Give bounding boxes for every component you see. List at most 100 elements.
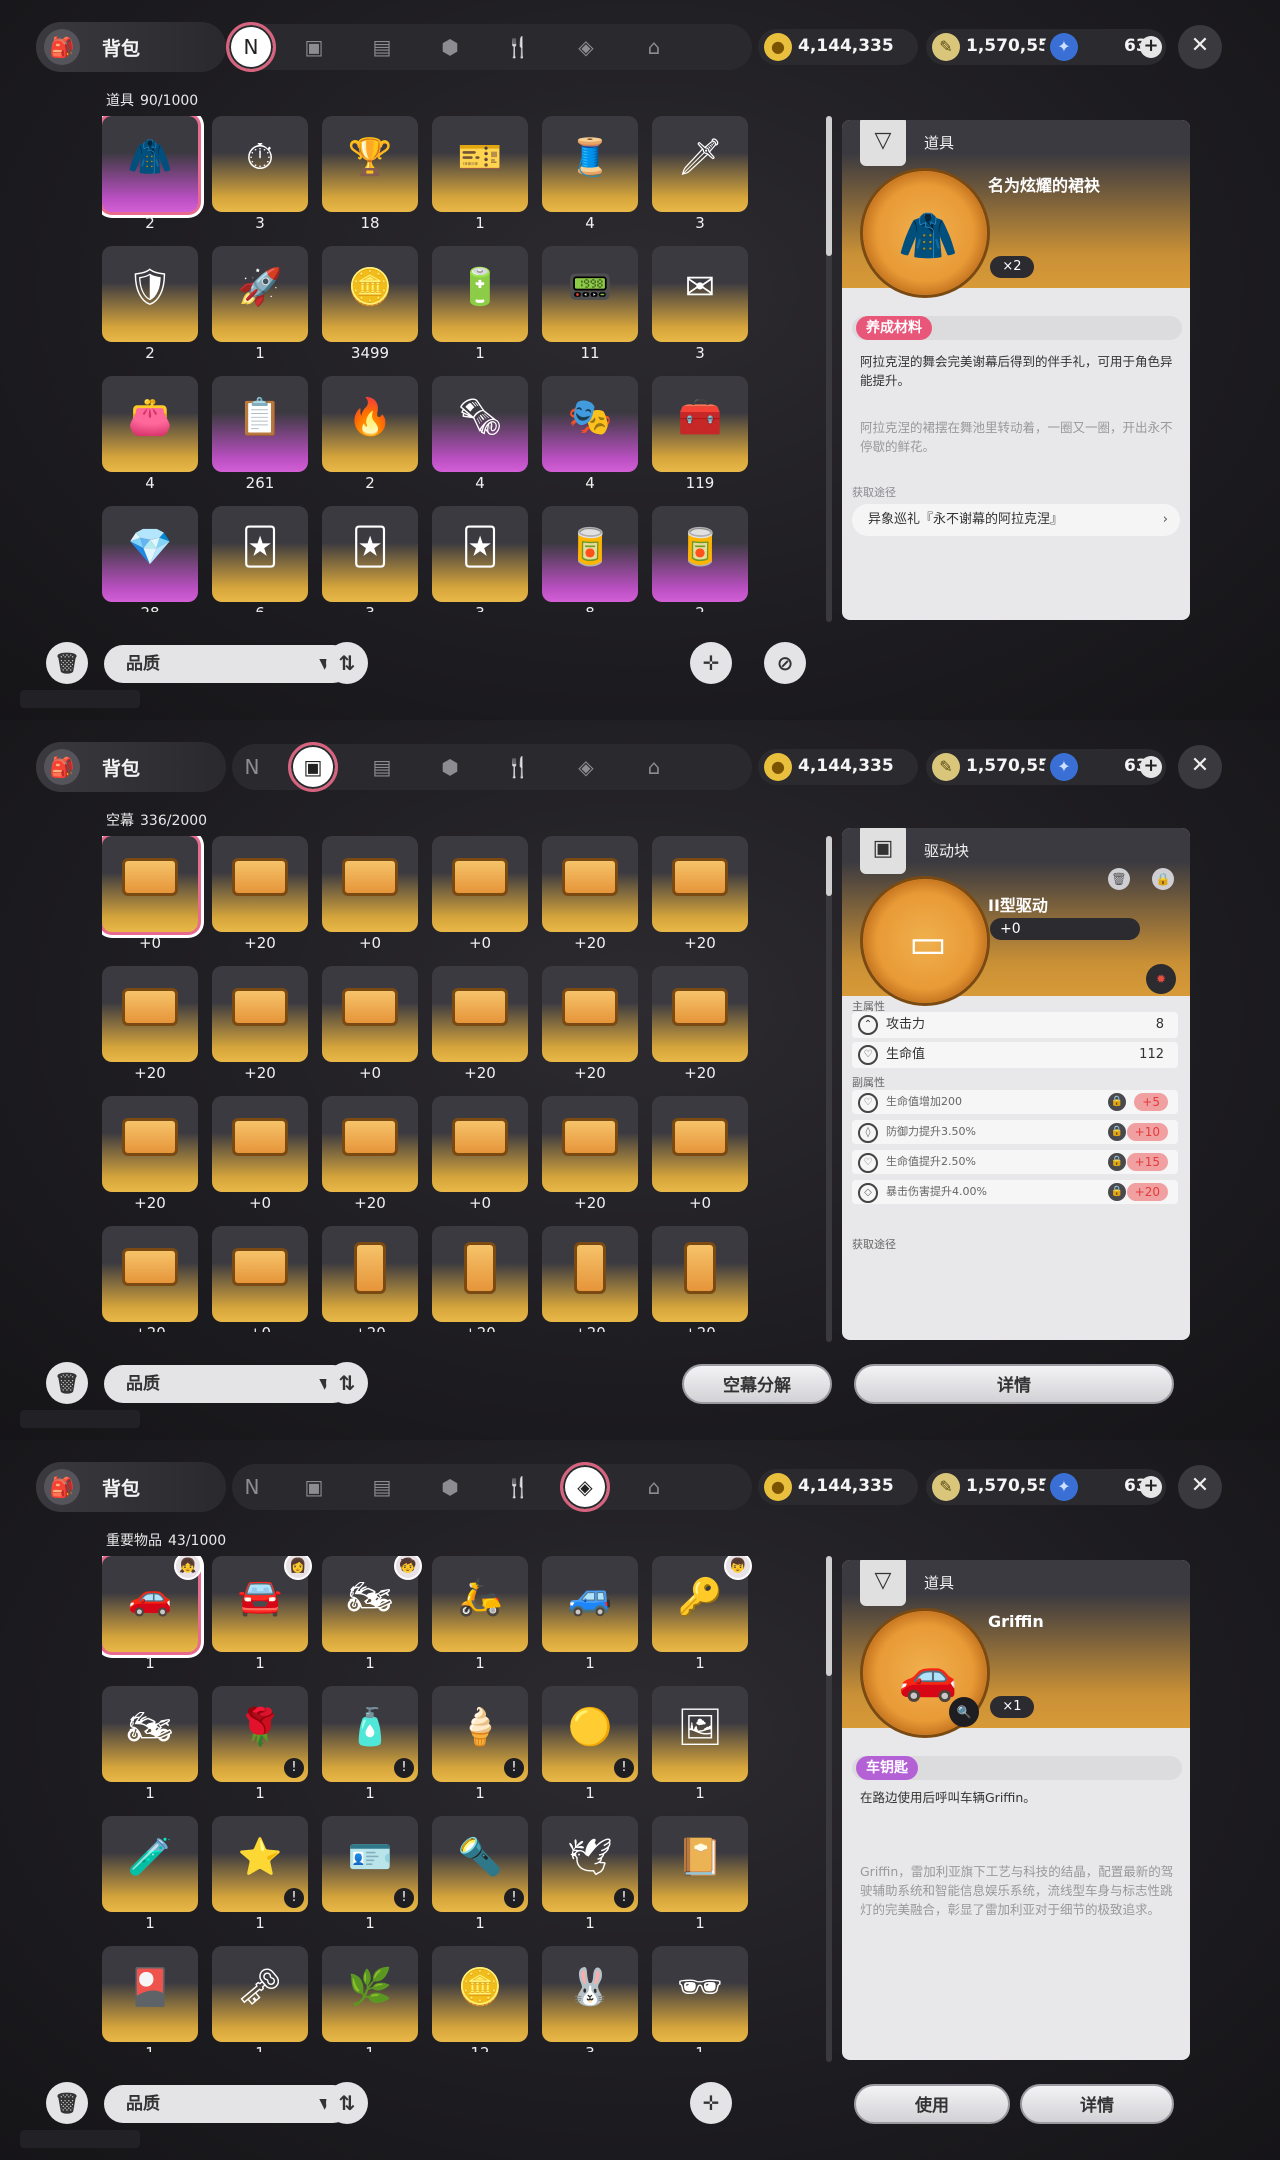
tab-drive-discs[interactable]: ▣ — [294, 1467, 334, 1507]
grid-item[interactable]: 🃏3 — [322, 506, 418, 612]
grid-item[interactable]: ✉ 3 — [652, 246, 748, 362]
item-tile[interactable]: ▭ — [212, 1096, 308, 1192]
item-tile[interactable]: 🐰 — [542, 1946, 638, 2042]
item-tile[interactable]: 🕶 — [652, 1946, 748, 2042]
grid-item[interactable]: ▭ +20 — [102, 1096, 198, 1212]
item-tile[interactable]: ⏱ — [212, 116, 308, 212]
grid-item[interactable]: 🚀 1 — [212, 246, 308, 362]
grid-item[interactable]: ▭ +20 — [322, 1096, 418, 1212]
grid-item[interactable]: ▭ +20 — [102, 966, 198, 1082]
item-tile[interactable]: 🧥 — [102, 116, 198, 212]
grid-item[interactable]: 🧰 119 — [652, 376, 748, 492]
item-tile[interactable]: 🎫 — [432, 116, 528, 212]
item-tile[interactable]: ▭ — [652, 1226, 748, 1322]
item-tile[interactable]: 🚀 — [212, 246, 308, 342]
close-button[interactable]: ✕ — [1178, 745, 1222, 789]
item-tile[interactable]: ▭ — [432, 966, 528, 1062]
grid-item[interactable]: 🔦! 1 — [432, 1816, 528, 1932]
item-tile[interactable]: ▭ — [432, 1226, 528, 1322]
add-gem-button[interactable]: + — [1140, 756, 1162, 778]
item-tile[interactable]: 🪪! — [322, 1816, 418, 1912]
item-tile[interactable]: ▭ — [652, 836, 748, 932]
grid-item[interactable]: 🎭 4 — [542, 376, 638, 492]
tab-drive-discs[interactable]: ▣ — [288, 742, 338, 792]
grid-item[interactable]: ▭ +20 — [212, 966, 308, 1082]
tab-items[interactable]: Ν — [232, 747, 272, 787]
grid-item[interactable]: 💎 28 — [102, 506, 198, 612]
item-tile[interactable]: 🧰 — [652, 376, 748, 472]
item-tile[interactable]: 🛵 — [432, 1556, 528, 1652]
scroll-thumb[interactable] — [826, 116, 832, 256]
item-tile[interactable]: 🏆 — [322, 116, 418, 212]
tab-key-items[interactable]: ◈ — [566, 27, 606, 67]
tab-food[interactable]: 🍴 — [498, 1467, 538, 1507]
magnify-icon[interactable]: 🔍 — [949, 1697, 979, 1727]
item-tile[interactable]: 🛡 — [102, 246, 198, 342]
item-tile[interactable]: 🔦! — [432, 1816, 528, 1912]
quality-filter[interactable]: 品质 ▼ — [104, 2085, 352, 2123]
bag-header[interactable]: 🎒 背包 — [36, 22, 226, 72]
grid-item[interactable]: 🗝1 — [212, 1946, 308, 2052]
grid-item[interactable]: 🔋 1 — [432, 246, 528, 362]
tab-furniture[interactable]: ⌂ — [634, 747, 674, 787]
grid-item[interactable]: ⭐! 1 — [212, 1816, 308, 1932]
scrollbar[interactable] — [826, 836, 832, 1342]
grid-item[interactable]: 📋 261 — [212, 376, 308, 492]
grid-item[interactable]: 🃏6 — [212, 506, 308, 612]
delete-button[interactable]: 🗑 — [46, 642, 88, 684]
tab-books[interactable]: ▤ — [362, 747, 402, 787]
grid-item[interactable]: ▭ +20 — [652, 966, 748, 1082]
grid-item[interactable]: ▭ +0 — [432, 836, 528, 952]
grid-item[interactable]: 🎫 1 — [432, 116, 528, 232]
grid-item[interactable]: 🧪 1 — [102, 1816, 198, 1932]
item-tile[interactable]: 🃏 — [322, 506, 418, 602]
item-tile[interactable]: 💎 — [102, 506, 198, 602]
item-tile[interactable]: ▭ — [542, 1096, 638, 1192]
grid-item[interactable]: 🪙 3499 — [322, 246, 418, 362]
tab-drive-discs[interactable]: ▣ — [294, 27, 334, 67]
grid-item[interactable]: 🎴1 — [102, 1946, 198, 2052]
grid-item[interactable]: 🗡 3 — [652, 116, 748, 232]
grid-item[interactable]: 🃏3 — [432, 506, 528, 612]
grid-item[interactable]: ▭ +20 — [322, 1226, 418, 1332]
details-button[interactable]: 详情 — [1020, 2084, 1174, 2124]
trash-icon[interactable]: 🗑 — [1108, 868, 1130, 890]
tab-food[interactable]: 🍴 — [498, 27, 538, 67]
grid-item[interactable]: 🌿1 — [322, 1946, 418, 2052]
grid-item[interactable]: 🏆 18 — [322, 116, 418, 232]
grid-item[interactable]: ▭ +0 — [102, 836, 198, 952]
close-button[interactable]: ✕ — [1178, 25, 1222, 69]
item-tile[interactable]: 🧴! — [322, 1686, 418, 1782]
compass-button[interactable]: ✛ — [690, 2082, 732, 2124]
item-tile[interactable]: 🗝 — [212, 1946, 308, 2042]
item-tile[interactable]: ✉ — [652, 246, 748, 342]
grid-item[interactable]: 🕶1 — [652, 1946, 748, 2052]
grid-item[interactable]: ▭ +20 — [432, 966, 528, 1082]
grid-item[interactable]: 🧥 2 — [102, 116, 198, 232]
tab-food[interactable]: 🍴 — [498, 747, 538, 787]
grid-item[interactable]: 🏍 1 — [102, 1686, 198, 1802]
grid-item[interactable]: ▭ +0 — [212, 1096, 308, 1212]
lock-icon[interactable]: 🔒 — [1152, 868, 1174, 890]
delete-button[interactable]: 🗑 — [46, 1362, 88, 1404]
item-tile[interactable]: 🪙 — [322, 246, 418, 342]
quality-filter[interactable]: 品质 ▼ — [104, 645, 352, 683]
grid-item[interactable]: 📟 11 — [542, 246, 638, 362]
grid-item[interactable]: ▭ +0 — [212, 1226, 308, 1332]
item-tile[interactable]: ▭ — [102, 966, 198, 1062]
tab-books[interactable]: ▤ — [362, 1467, 402, 1507]
grid-item[interactable]: 🐰3 — [542, 1946, 638, 2052]
compass-button[interactable]: ✛ — [690, 642, 732, 684]
tab-furniture[interactable]: ⌂ — [634, 27, 674, 67]
item-tile[interactable]: ▭ — [322, 836, 418, 932]
grid-item[interactable]: 🥫2 — [652, 506, 748, 612]
item-tile[interactable]: 🍦! — [432, 1686, 528, 1782]
grid-item[interactable]: 🪙 12 — [432, 1946, 528, 2052]
tab-materials[interactable]: ⬢ — [430, 747, 470, 787]
grid-item[interactable]: 🚗 👧 1 — [102, 1556, 202, 1672]
item-tile[interactable]: 🏍 — [102, 1686, 198, 1782]
item-tile[interactable]: 🎴 — [102, 1946, 198, 2042]
item-tile[interactable]: ▭ — [102, 1096, 198, 1192]
grid-item[interactable]: ▭ +20 — [542, 1226, 638, 1332]
item-tile[interactable]: ▭ — [542, 966, 638, 1062]
